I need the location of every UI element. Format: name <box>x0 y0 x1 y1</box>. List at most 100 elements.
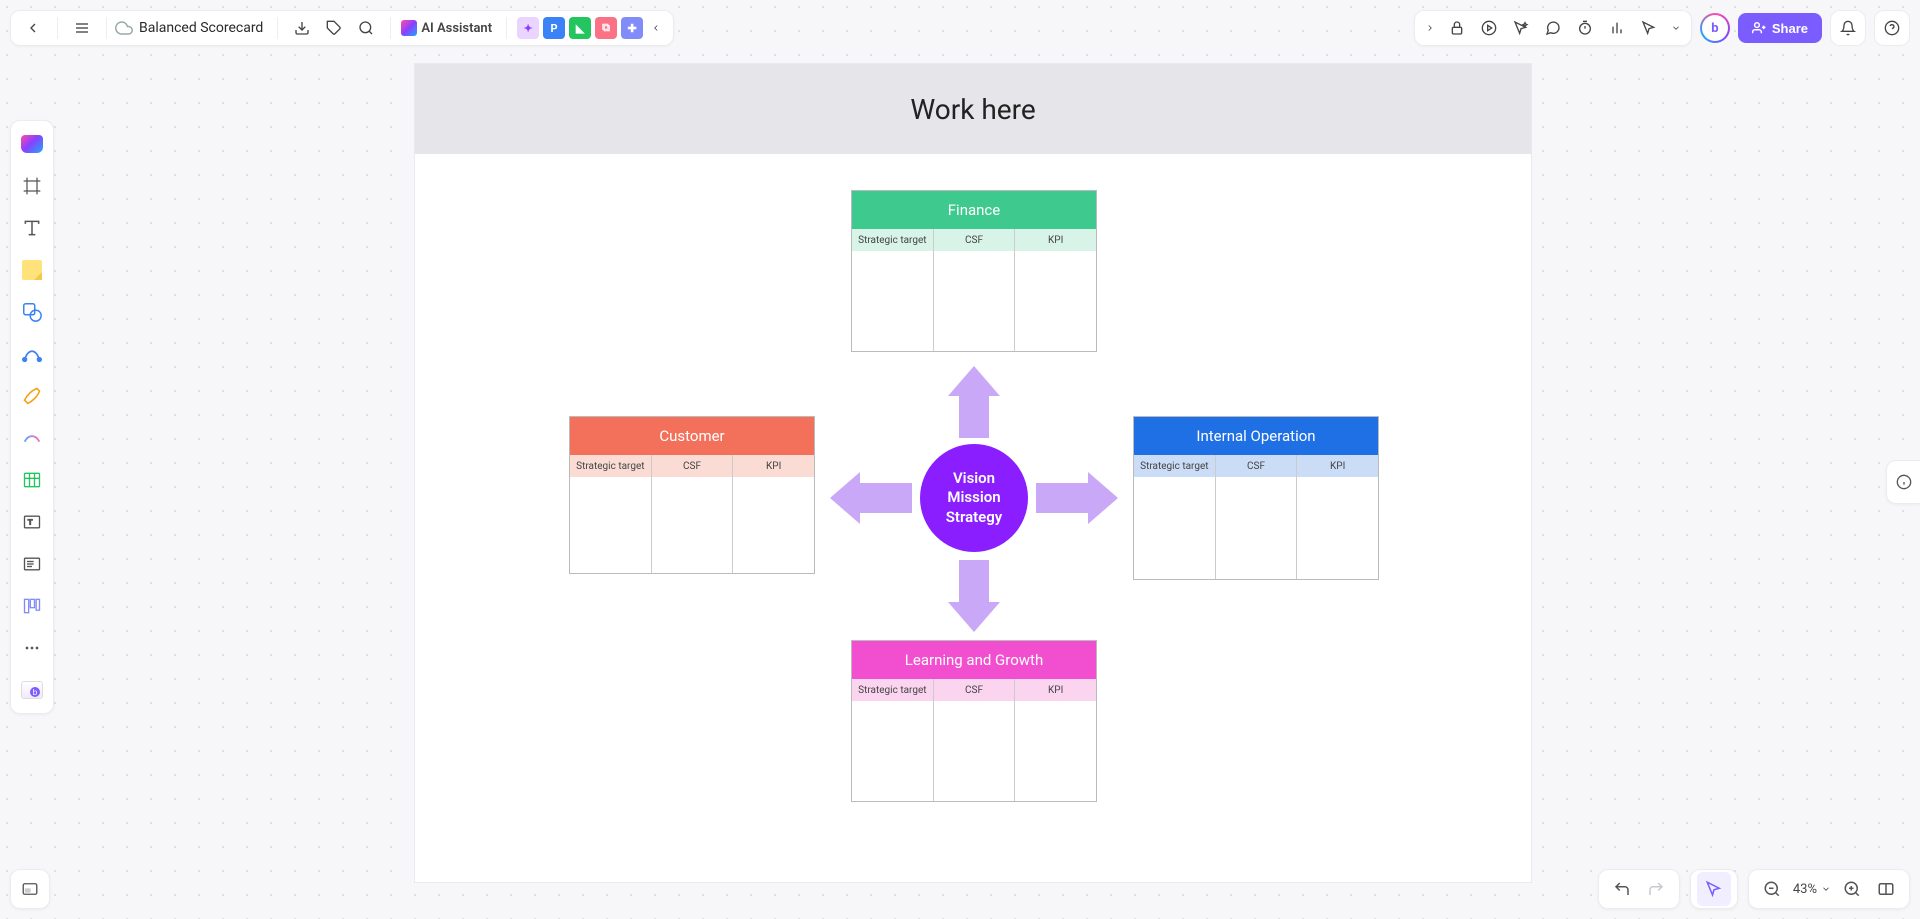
arrow-up[interactable] <box>948 366 1000 438</box>
tools-expand-button[interactable] <box>1419 12 1441 44</box>
chart-bar-icon <box>1609 20 1625 36</box>
collab-avatar-4[interactable]: ⧉ <box>595 17 617 39</box>
center-circle[interactable]: Vision Mission Strategy <box>920 444 1028 552</box>
arrow-right[interactable] <box>1036 472 1118 524</box>
timer-tool[interactable] <box>1569 12 1601 44</box>
frame-icon <box>22 176 42 196</box>
timer-icon <box>1577 20 1593 36</box>
connector-icon <box>21 343 43 365</box>
text-box-tool[interactable]: T <box>15 505 49 539</box>
learning-col-3: KPI <box>1015 679 1096 701</box>
tag-icon <box>326 20 342 36</box>
present-tool[interactable] <box>1473 12 1505 44</box>
customer-table[interactable]: Customer Strategic target CSF KPI <box>569 416 815 574</box>
pointer-tool-top[interactable] <box>1633 12 1665 44</box>
back-button[interactable] <box>17 12 49 44</box>
collab-collapse-button[interactable] <box>645 12 667 44</box>
connector-tool[interactable] <box>15 337 49 371</box>
tools-more-button[interactable] <box>1665 12 1687 44</box>
info-icon <box>1896 474 1912 490</box>
internal-body[interactable] <box>1134 477 1378 579</box>
left-toolbar: T b <box>10 120 54 714</box>
presentation-tools <box>1414 10 1692 46</box>
current-user-avatar[interactable]: b <box>1700 13 1730 43</box>
zoom-level-dropdown[interactable]: 43% <box>1789 882 1835 897</box>
table-tool[interactable] <box>15 463 49 497</box>
download-button[interactable] <box>286 12 318 44</box>
list-icon <box>22 554 42 574</box>
shape-tool[interactable] <box>15 295 49 329</box>
redo-button[interactable] <box>1639 872 1673 906</box>
ai-logo-icon <box>401 20 417 36</box>
learning-col-2: CSF <box>934 679 1016 701</box>
finance-subheader: Strategic target CSF KPI <box>852 229 1096 251</box>
collab-avatar-1[interactable]: ✦ <box>517 17 539 39</box>
menu-button[interactable] <box>66 12 98 44</box>
help-button[interactable] <box>1874 10 1910 46</box>
learning-body[interactable] <box>852 701 1096 801</box>
list-tool[interactable] <box>15 547 49 581</box>
bell-icon <box>1840 20 1856 36</box>
zoom-in-button[interactable] <box>1835 872 1869 906</box>
center-line-3: Strategy <box>946 508 1003 528</box>
reactions-tool[interactable] <box>1505 12 1537 44</box>
tag-button[interactable] <box>318 12 350 44</box>
finance-col-3: KPI <box>1015 229 1096 251</box>
pen-tool[interactable] <box>15 379 49 413</box>
work-frame[interactable]: Work here Vision Mission Strategy Financ… <box>414 63 1532 883</box>
collab-avatar-5[interactable]: ✚ <box>621 17 643 39</box>
notifications-button[interactable] <box>1830 10 1866 46</box>
internal-table[interactable]: Internal Operation Strategic target CSF … <box>1133 416 1379 580</box>
zoom-in-icon <box>1843 880 1861 898</box>
top-right-bar: b Share <box>1414 10 1910 46</box>
share-button[interactable]: Share <box>1738 13 1822 43</box>
document-title[interactable]: Balanced Scorecard <box>133 20 269 36</box>
zoom-group: 43% <box>1748 869 1910 909</box>
collab-avatar-2[interactable]: P <box>543 17 565 39</box>
brand-home-button[interactable] <box>15 127 49 161</box>
comment-tool[interactable] <box>1537 12 1569 44</box>
internal-title: Internal Operation <box>1134 417 1378 455</box>
frame-tool[interactable] <box>15 169 49 203</box>
text-icon <box>22 218 42 238</box>
templates-tool[interactable]: b <box>15 673 49 707</box>
customer-body[interactable] <box>570 477 814 573</box>
collab-avatar-3[interactable]: ◣ <box>569 17 591 39</box>
cloud-sync-icon <box>115 19 133 37</box>
ai-assistant-button[interactable]: AI Assistant <box>399 20 498 36</box>
zoom-out-button[interactable] <box>1755 872 1789 906</box>
minimap-button[interactable] <box>10 869 50 909</box>
finance-table[interactable]: Finance Strategic target CSF KPI <box>851 190 1097 352</box>
learning-subheader: Strategic target CSF KPI <box>852 679 1096 701</box>
undo-button[interactable] <box>1605 872 1639 906</box>
table-icon <box>22 470 42 490</box>
chevron-left-icon <box>25 20 41 36</box>
highlighter-tool[interactable] <box>15 421 49 455</box>
learning-title: Learning and Growth <box>852 641 1096 679</box>
arrow-down[interactable] <box>948 560 1000 632</box>
info-panel-toggle[interactable] <box>1886 460 1920 504</box>
more-tools[interactable] <box>15 631 49 665</box>
finance-title: Finance <box>852 191 1096 229</box>
search-button[interactable] <box>350 12 382 44</box>
learning-table[interactable]: Learning and Growth Strategic target CSF… <box>851 640 1097 802</box>
sticky-note-tool[interactable] <box>15 253 49 287</box>
frame-title[interactable]: Work here <box>415 64 1531 154</box>
finance-body[interactable] <box>852 251 1096 351</box>
text-tool[interactable] <box>15 211 49 245</box>
undo-icon <box>1613 880 1631 898</box>
sparkle-cursor-icon <box>1513 20 1529 36</box>
fit-view-button[interactable] <box>1869 872 1903 906</box>
cursor-icon <box>1641 20 1657 36</box>
search-icon <box>358 20 374 36</box>
lock-tool[interactable] <box>1441 12 1473 44</box>
ai-assistant-label: AI Assistant <box>421 21 492 36</box>
chat-bubble-icon <box>1545 20 1561 36</box>
voting-tool[interactable] <box>1601 12 1633 44</box>
arrow-left[interactable] <box>830 472 912 524</box>
customer-col-3: KPI <box>733 455 814 477</box>
kanban-tool[interactable] <box>15 589 49 623</box>
undo-redo-group <box>1598 869 1680 909</box>
learning-col-1: Strategic target <box>852 679 934 701</box>
select-mode-button[interactable] <box>1697 872 1731 906</box>
